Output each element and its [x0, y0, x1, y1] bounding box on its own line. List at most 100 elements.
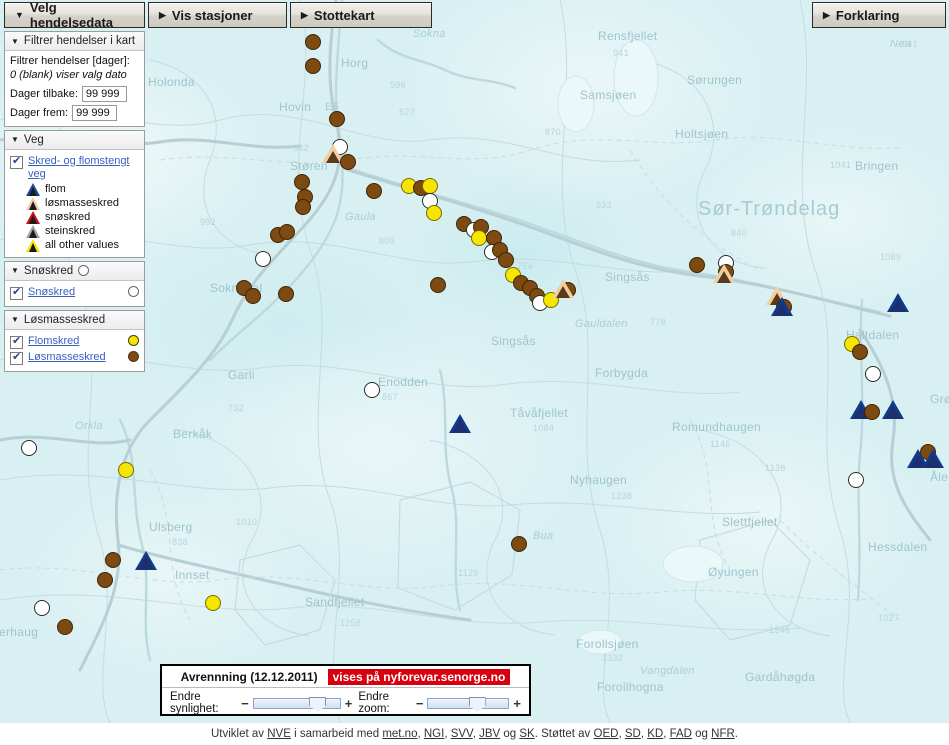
map-marker-brown-dot[interactable] — [864, 404, 880, 420]
map-marker-brown-dot[interactable] — [295, 199, 311, 215]
triangle-icon — [26, 224, 40, 238]
filter-instruction-line2: 0 (blank) viser valg dato — [10, 68, 127, 81]
map-marker-brown-dot[interactable] — [294, 174, 310, 190]
footer-link[interactable]: FAD — [670, 728, 692, 740]
days-forward-input[interactable] — [72, 104, 118, 121]
tab-velg-hendelsedata[interactable]: ▼ Velg hendelsedata — [4, 0, 145, 30]
tab-forklaring[interactable]: ▶ Forklaring — [812, 2, 946, 28]
map-marker-brown-dot[interactable] — [852, 344, 868, 360]
veg-symbol-row: snøskred — [10, 210, 139, 224]
footer-link[interactable]: JBV — [479, 728, 500, 740]
map-marker-yellow-dot[interactable] — [205, 595, 221, 611]
map-marker-yellow-dot[interactable] — [426, 205, 442, 221]
veg-layer-checkbox[interactable] — [10, 155, 23, 169]
map-marker-yellow-dot[interactable] — [118, 462, 134, 478]
zoom-minus-icon[interactable]: − — [416, 697, 424, 710]
flomskred-layer-label[interactable]: Flomskred — [28, 335, 79, 348]
veg-symbol-label: steinskred — [45, 225, 96, 238]
footer-link[interactable]: KD — [647, 728, 663, 740]
map-marker-brown-dot[interactable] — [57, 619, 73, 635]
tab-label: Velg hendelsedata — [29, 0, 114, 30]
snoskred-layer-checkbox[interactable] — [10, 286, 23, 300]
snoskred-body: Snøskred — [5, 280, 144, 306]
footer-link[interactable]: met.no — [382, 728, 417, 740]
snoskred-header[interactable]: ▼ Snøskred — [5, 261, 144, 281]
visibility-minus-icon[interactable]: − — [241, 697, 249, 710]
filter-events-body: Filtrer hendelser [dager]: 0 (blank) vis… — [5, 51, 144, 126]
snoskred-layer-label[interactable]: Snøskred — [28, 286, 75, 299]
zoom-plus-icon[interactable]: + — [513, 697, 521, 710]
visibility-slider[interactable]: − + — [241, 696, 353, 713]
triangle-icon — [26, 196, 40, 210]
map-marker-white-dot[interactable] — [21, 440, 37, 456]
avrenning-title: Avrennning (12.12.2011) — [180, 670, 318, 684]
zoom-slider-track[interactable] — [427, 696, 510, 713]
footer-link[interactable]: SD — [625, 728, 641, 740]
map-marker-brown-dot[interactable] — [278, 286, 294, 302]
days-back-input[interactable] — [81, 85, 127, 102]
map-marker-brown-dot[interactable] — [305, 58, 321, 74]
veg-symbol-row: steinskred — [10, 224, 139, 238]
footer-link[interactable]: SVV — [451, 728, 473, 740]
chevron-right-icon: ▶ — [823, 9, 830, 20]
map-marker-brown-dot[interactable] — [329, 111, 345, 127]
filter-events-panel: ▼ Filtrer hendelser i kart Filtrer hende… — [4, 31, 145, 127]
zoom-slider[interactable]: − + — [416, 696, 521, 713]
tab-vis-stasjoner[interactable]: ▶ Vis stasjoner — [148, 2, 287, 28]
tab-stottekart[interactable]: ▶ Stottekart — [290, 2, 432, 28]
top-tab-bar: ▼ Velg hendelsedata ▶ Vis stasjoner ▶ St… — [0, 0, 949, 30]
losmasseskred-layer-checkbox[interactable] — [10, 351, 23, 365]
map-marker-brown-dot[interactable] — [430, 277, 446, 293]
map-marker-brown-dot[interactable] — [511, 536, 527, 552]
map-application: Sør-Trøndelag Rensfjellet 941 Sørungen Samsj… — [0, 0, 949, 745]
filter-instruction-line1: Filtrer hendelser [dager]: — [10, 55, 130, 67]
visibility-plus-icon[interactable]: + — [345, 697, 353, 710]
map-marker-brown-dot[interactable] — [305, 34, 321, 50]
map-marker-brown-dot[interactable] — [245, 288, 261, 304]
veg-header[interactable]: ▼ Veg — [5, 130, 144, 150]
map-marker-brown-dot[interactable] — [279, 224, 295, 240]
days-forward-label: Dager frem: — [10, 106, 69, 119]
map-marker-brown-dot[interactable] — [366, 183, 382, 199]
map-marker-yellow-dot[interactable] — [422, 178, 438, 194]
footer-link[interactable]: NFR — [711, 728, 735, 740]
map-marker-brown-dot[interactable] — [97, 572, 113, 588]
map-marker-brown-dot[interactable] — [105, 552, 121, 568]
losmasseskred-panel: ▼ Løsmasseskred Flomskred Løsmasseskred — [4, 309, 145, 372]
map-marker-brown-dot[interactable] — [689, 257, 705, 273]
losmasseskred-layer-label[interactable]: Løsmasseskred — [28, 351, 106, 364]
map-marker-brown-dot[interactable] — [498, 252, 514, 268]
avrenning-badge: vises på nyforevar.senorge.no — [327, 669, 511, 685]
zoom-slider-knob[interactable] — [468, 696, 486, 713]
map-marker-white-dot[interactable] — [34, 600, 50, 616]
days-back-label: Dager tilbake: — [10, 87, 78, 100]
veg-layer-row: Skred- og flomstengt veg — [10, 154, 139, 182]
visibility-slider-knob[interactable] — [309, 696, 327, 713]
footer-credits: Utviklet av NVE i samarbeid med met.no, … — [211, 728, 738, 740]
veg-layer-label[interactable]: Skred- og flomstengt veg — [28, 155, 139, 181]
snoskred-layer-row: Snøskred — [10, 285, 139, 301]
chevron-right-icon: ▶ — [159, 9, 166, 20]
visibility-slider-track[interactable] — [252, 696, 341, 713]
map-marker-white-dot[interactable] — [865, 366, 881, 382]
filter-events-header[interactable]: ▼ Filtrer hendelser i kart — [5, 32, 144, 51]
veg-title: Veg — [23, 133, 44, 146]
flomskred-layer-checkbox[interactable] — [10, 335, 23, 349]
footer-link[interactable]: NVE — [267, 728, 291, 740]
map-marker-white-dot[interactable] — [255, 251, 271, 267]
footer-link[interactable]: NGI — [424, 728, 444, 740]
veg-symbol-label: løsmasseskred — [45, 197, 119, 210]
chevron-down-icon: ▼ — [15, 9, 24, 20]
map-marker-white-dot[interactable] — [848, 472, 864, 488]
map-marker-yellow-dot[interactable] — [471, 230, 487, 246]
flomskred-layer-row: Flomskred — [10, 334, 139, 350]
map-marker-white-dot[interactable] — [364, 382, 380, 398]
footer-link[interactable]: SK — [519, 728, 534, 740]
footer-link[interactable]: OED — [594, 728, 619, 740]
chevron-down-icon: ▼ — [11, 315, 19, 325]
map-marker-brown-dot[interactable] — [340, 154, 356, 170]
filter-events-title: Filtrer hendelser i kart — [23, 35, 136, 47]
losmasseskred-header[interactable]: ▼ Løsmasseskred — [5, 310, 144, 330]
veg-symbol-row: løsmasseskred — [10, 196, 139, 210]
chevron-down-icon: ▼ — [11, 135, 19, 144]
